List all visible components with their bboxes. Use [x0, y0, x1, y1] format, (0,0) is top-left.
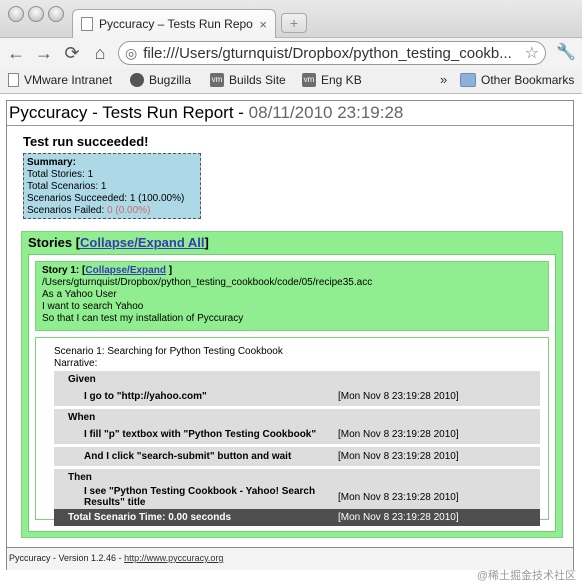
succeeded-label: Scenarios Succeeded:: [27, 193, 130, 204]
home-button[interactable]: ⌂: [88, 41, 112, 65]
report-date: 08/11/2010 23:19:28: [248, 103, 404, 122]
story-label: Story 1:: [42, 265, 83, 276]
step-time: [Mon Nov 8 23:19:28 2010]: [324, 447, 540, 466]
when-label: When: [54, 409, 540, 425]
total-row: Total Scenario Time: 0.00 seconds [Mon N…: [54, 509, 540, 526]
new-tab-button[interactable]: +: [281, 13, 307, 33]
vm-icon: vm: [210, 73, 224, 87]
step-row: I see "Python Testing Cookbook - Yahoo! …: [54, 485, 540, 509]
reload-button[interactable]: ⟳: [60, 41, 84, 65]
window-titlebar: Pyccuracy – Tests Run Report × +: [0, 0, 582, 38]
report-header: Pyccuracy - Tests Run Report - 08/11/201…: [7, 101, 573, 126]
scenario-name: Searching for Python Testing Cookbook: [107, 346, 283, 357]
footer-text: Pyccuracy - Version 1.2.46 -: [9, 553, 125, 563]
run-status: Test run succeeded!: [23, 134, 149, 149]
succeeded-value: 1 (100.00%): [129, 193, 185, 204]
other-bookmarks[interactable]: Other Bookmarks: [460, 73, 574, 87]
pyccuracy-site-link[interactable]: http://www.pyccuracy.org: [124, 553, 223, 563]
bug-icon: [130, 73, 144, 87]
bookmarks-bar: VMware Intranet Bugzilla vm Builds Site …: [0, 68, 582, 94]
tab-title: Pyccuracy – Tests Run Report: [99, 17, 254, 31]
page-icon: [81, 17, 93, 31]
report-title: Pyccuracy - Tests Run Report -: [9, 103, 249, 122]
bookmark-vmware-intranet[interactable]: VMware Intranet: [8, 73, 112, 87]
bracket: [: [72, 235, 81, 250]
step-time: [Mon Nov 8 23:19:28 2010]: [324, 387, 540, 406]
failed-value: 0 (0.00%): [107, 205, 151, 216]
story-so-that: So that I can test my installation of Py…: [42, 313, 244, 324]
step-row: And I click "search-submit" button and w…: [54, 447, 540, 466]
report-page: Pyccuracy - Tests Run Report - 08/11/201…: [6, 100, 574, 570]
step-text: And I click "search-submit" button and w…: [54, 447, 324, 466]
story-path: /Users/gturnquist/Dropbox/python_testing…: [42, 277, 373, 288]
bookmark-label: Builds Site: [229, 73, 286, 87]
step-time: [Mon Nov 8 23:19:28 2010]: [324, 425, 540, 444]
doc-icon: [8, 73, 19, 87]
stories-header: Stories [Collapse/Expand All]: [28, 232, 556, 254]
given-label: Given: [54, 371, 540, 387]
scenarios-failed: Scenarios Failed: 0 (0.00%): [27, 205, 197, 217]
story-box: Story 1: [Collapse/Expand ] /Users/gturn…: [35, 261, 549, 331]
story-header: Story 1: [Collapse/Expand ]: [42, 265, 542, 277]
total-scenario-time: Total Scenario Time: 0.00 seconds: [54, 509, 324, 526]
total-timestamp: [Mon Nov 8 23:19:28 2010]: [324, 509, 540, 526]
then-row: Then: [54, 469, 540, 485]
bracket: ]: [204, 235, 209, 250]
globe-icon: ◎: [125, 44, 138, 61]
bookmarks-overflow-icon[interactable]: »: [440, 72, 447, 87]
stories-label: Stories: [28, 235, 73, 250]
scenario-title: Scenario 1: Searching for Python Testing…: [54, 346, 540, 358]
vm-icon: vm: [302, 73, 316, 87]
steps-table: Given I go to "http://yahoo.com" [Mon No…: [54, 371, 540, 526]
folder-icon: [460, 73, 476, 87]
failed-label: Scenarios Failed:: [27, 205, 108, 216]
bookmark-builds-site[interactable]: vm Builds Site: [210, 73, 286, 87]
step-row: I fill "p" textbox with "Python Testing …: [54, 425, 540, 444]
total-scenarios: Total Scenarios: 1: [27, 181, 107, 192]
address-bar[interactable]: ◎ file:///Users/gturnquist/Dropbox/pytho…: [118, 41, 546, 65]
bookmark-eng-kb[interactable]: vm Eng KB: [302, 73, 362, 87]
step-time: [Mon Nov 8 23:19:28 2010]: [324, 485, 540, 509]
minimize-window-button[interactable]: [28, 6, 44, 22]
step-text: I fill "p" textbox with "Python Testing …: [54, 425, 324, 444]
then-label: Then: [54, 469, 540, 485]
when-row: When: [54, 409, 540, 425]
step-text: I see "Python Testing Cookbook - Yahoo! …: [54, 485, 324, 509]
story-collapse-link[interactable]: Collapse/Expand: [85, 265, 166, 276]
story-as-a: As a Yahoo User: [42, 289, 117, 300]
total-stories: Total Stories: 1: [27, 169, 94, 180]
close-window-button[interactable]: [8, 6, 24, 22]
narrative-label: Narrative:: [54, 358, 98, 369]
collapse-all-link[interactable]: Collapse/Expand All: [80, 235, 205, 250]
bookmark-label: VMware Intranet: [24, 73, 113, 87]
story-i-want: I want to search Yahoo: [42, 301, 144, 312]
browser-toolbar: ← → ⟳ ⌂ ◎ file:///Users/gturnquist/Dropb…: [0, 38, 582, 68]
bookmark-label: Eng KB: [321, 73, 362, 87]
step-row: I go to "http://yahoo.com" [Mon Nov 8 23…: [54, 387, 540, 406]
bookmark-bugzilla[interactable]: Bugzilla: [130, 73, 191, 87]
browser-tab[interactable]: Pyccuracy – Tests Run Report ×: [72, 9, 276, 38]
other-bookmarks-label: Other Bookmarks: [481, 73, 575, 87]
wrench-menu-icon[interactable]: 🔧: [556, 42, 576, 62]
watermark: @稀土掘金技术社区: [476, 570, 576, 582]
zoom-window-button[interactable]: [48, 6, 64, 22]
back-button[interactable]: ←: [4, 41, 28, 65]
scenarios-succeeded: Scenarios Succeeded: 1 (100.00%): [27, 193, 197, 205]
bookmark-label: Bugzilla: [149, 73, 192, 87]
tab-close-icon[interactable]: ×: [259, 17, 267, 32]
step-text: I go to "http://yahoo.com": [54, 387, 324, 406]
address-url[interactable]: file:///Users/gturnquist/Dropbox/python_…: [143, 45, 524, 62]
stories-container: Story 1: [Collapse/Expand ] /Users/gturn…: [28, 254, 556, 532]
stories-section: Stories [Collapse/Expand All] Story 1: […: [21, 231, 563, 538]
summary-title: Summary:: [27, 157, 76, 168]
scenario-label: Scenario 1:: [54, 346, 108, 357]
summary-box: Summary: Total Stories: 1 Total Scenario…: [23, 153, 201, 219]
scenario-box: Scenario 1: Searching for Python Testing…: [35, 337, 549, 526]
given-row: Given: [54, 371, 540, 387]
bookmark-star-icon[interactable]: ☆: [525, 43, 539, 63]
forward-button[interactable]: →: [32, 41, 56, 65]
bracket: ]: [165, 265, 173, 276]
